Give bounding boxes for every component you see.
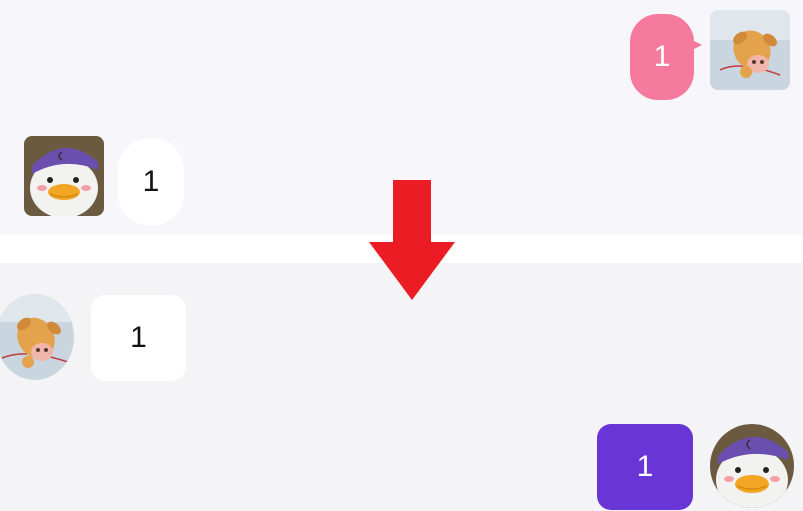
bottom-incoming-message-bubble[interactable]: 1	[91, 295, 186, 381]
down-arrow-icon	[369, 180, 455, 300]
puppy-avatar-icon[interactable]	[710, 10, 790, 90]
top-outgoing-message-text: 1	[653, 40, 671, 73]
top-outgoing-bubble-tail	[688, 38, 702, 52]
bottom-outgoing-message-bubble[interactable]: 1	[597, 424, 693, 510]
top-incoming-message-bubble[interactable]: 1	[118, 139, 184, 225]
top-outgoing-message-bubble[interactable]: 1	[630, 14, 694, 100]
duck-avatar-icon[interactable]	[710, 424, 794, 508]
bottom-outgoing-message-text: 1	[636, 450, 654, 483]
bottom-incoming-message-text: 1	[130, 321, 147, 354]
top-incoming-message-text: 1	[142, 165, 160, 198]
duck-avatar-icon[interactable]	[24, 136, 104, 216]
